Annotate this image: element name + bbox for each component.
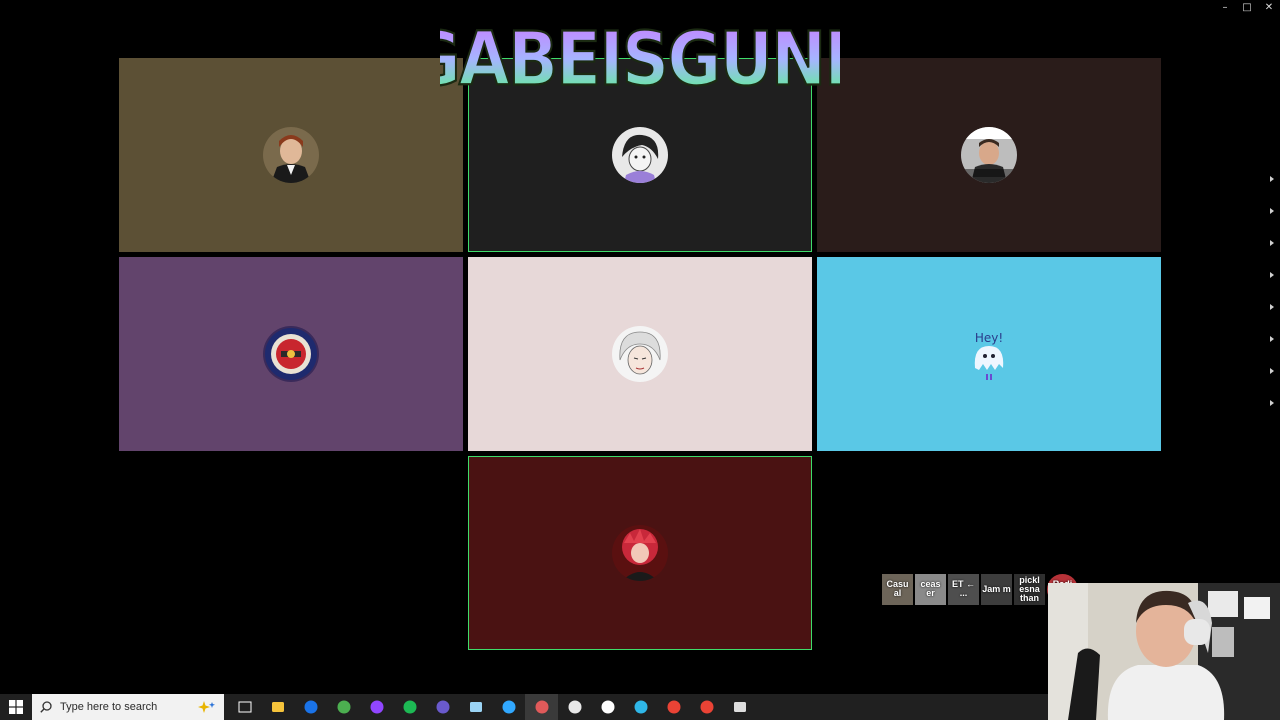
photoshop-taskbar-button[interactable] <box>492 694 525 720</box>
chat-user-chip[interactable]: Casu al <box>882 573 913 605</box>
chat-user-chip[interactable]: ceas er <box>915 573 946 605</box>
search-icon <box>40 701 52 713</box>
minimize-button[interactable]: – <box>1214 0 1236 16</box>
start-button[interactable] <box>0 694 32 720</box>
arrow-right-icon[interactable] <box>1270 304 1274 310</box>
participant-tile-hey-ghost[interactable]: Hey! <box>817 257 1161 451</box>
participant-tile-anime-white-hair[interactable] <box>468 257 812 451</box>
windows-icon <box>9 700 23 714</box>
participant-tile-red-anime[interactable] <box>468 456 812 650</box>
participant-tile-portrait-man-suit[interactable] <box>119 58 463 252</box>
arrow-right-icon[interactable] <box>1270 208 1274 214</box>
search-placeholder: Type here to search <box>60 701 158 713</box>
obs-taskbar-button[interactable] <box>426 694 459 720</box>
participant-avatar <box>263 127 319 183</box>
chat-user-chip[interactable]: ET ← ... <box>948 573 979 605</box>
participant-avatar <box>612 525 668 581</box>
steam-taskbar-button[interactable] <box>591 694 624 720</box>
file-explorer-icon <box>271 702 284 712</box>
obs-icon <box>436 700 449 714</box>
spotify-taskbar-button[interactable] <box>393 694 426 720</box>
chrome-2-icon <box>667 700 680 714</box>
arrow-right-icon[interactable] <box>1270 400 1274 406</box>
file-explorer-taskbar-button[interactable] <box>261 694 294 720</box>
chrome-profile-icon <box>535 700 548 714</box>
twitch-taskbar-button[interactable] <box>360 694 393 720</box>
spotify-icon <box>403 700 416 714</box>
edge-icon <box>634 700 647 714</box>
arrow-right-icon[interactable] <box>1270 240 1274 246</box>
window-controls: – □ ✕ <box>1214 0 1280 16</box>
outlook-icon <box>304 700 317 714</box>
maximize-button[interactable]: □ <box>1236 0 1258 16</box>
epic-games-icon <box>733 702 746 712</box>
screen: – □ ✕ GABEISGUNK <box>0 0 1280 720</box>
arrow-right-icon[interactable] <box>1270 272 1274 278</box>
participant-tile-red-badge[interactable] <box>119 257 463 451</box>
epic-games-taskbar-button[interactable] <box>723 694 756 720</box>
participant-avatar <box>263 326 319 382</box>
photoshop-icon <box>502 700 515 714</box>
svg-text:Hey!: Hey! <box>975 331 1003 345</box>
logo-graphic: GABEISGUNK <box>440 15 840 104</box>
github-icon <box>568 700 581 714</box>
arrow-right-icon[interactable] <box>1270 336 1274 342</box>
chrome-taskbar-button[interactable] <box>327 694 360 720</box>
task-view-taskbar-button[interactable] <box>228 694 261 720</box>
outlook-taskbar-button[interactable] <box>294 694 327 720</box>
chrome-2-taskbar-button[interactable] <box>657 694 690 720</box>
github-taskbar-button[interactable] <box>558 694 591 720</box>
participant-tile-meme-man[interactable] <box>817 58 1161 252</box>
chat-user-chip[interactable]: Jam m <box>981 573 1012 605</box>
close-button[interactable]: ✕ <box>1258 0 1280 16</box>
edge-taskbar-button[interactable] <box>624 694 657 720</box>
chrome-3-icon <box>700 700 713 714</box>
arrow-right-icon[interactable] <box>1270 368 1274 374</box>
arrow-right-icon[interactable] <box>1270 176 1274 182</box>
webcam-feed <box>1048 583 1280 720</box>
task-view-icon <box>238 701 251 713</box>
sparkle-icon <box>198 701 215 713</box>
chrome-3-taskbar-button[interactable] <box>690 694 723 720</box>
notepad-taskbar-button[interactable] <box>459 694 492 720</box>
participant-avatar <box>961 127 1017 183</box>
chrome-profile-taskbar-button[interactable] <box>525 694 558 720</box>
stream-logo: GABEISGUNK <box>440 6 840 110</box>
notepad-icon <box>469 702 482 712</box>
steam-icon <box>601 700 614 714</box>
participant-avatar <box>612 127 668 183</box>
chrome-icon <box>337 700 350 714</box>
chat-user-chip[interactable]: pickl esna than <box>1014 573 1045 605</box>
svg-text:GABEISGUNK: GABEISGUNK <box>440 16 840 103</box>
twitch-icon <box>370 700 383 714</box>
taskbar-search[interactable]: Type here to search <box>32 694 224 720</box>
taskbar-apps <box>228 694 756 720</box>
participant-avatar <box>612 326 668 382</box>
participant-avatar: Hey! <box>961 326 1017 382</box>
